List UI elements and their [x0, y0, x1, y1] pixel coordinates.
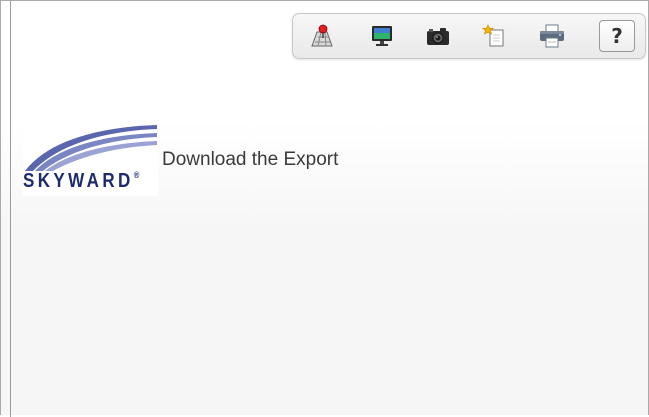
logo-text: SKYWARD — [23, 170, 134, 192]
print-button[interactable] — [535, 20, 569, 52]
printer-icon — [540, 24, 564, 48]
monitor-icon — [372, 26, 392, 46]
page-frame: ? SKYWARD® Download the Export — [0, 0, 649, 417]
display-button[interactable] — [365, 20, 399, 52]
help-label: ? — [611, 24, 623, 48]
toolbar: ? — [292, 13, 646, 59]
skyward-logo: SKYWARD® — [23, 123, 158, 196]
help-button[interactable]: ? — [599, 20, 635, 52]
logo-swoosh — [25, 125, 157, 171]
new-document-icon — [481, 24, 504, 47]
page-title: Download the Export — [162, 149, 339, 170]
left-divider — [10, 1, 11, 417]
map-pin-icon — [311, 24, 333, 47]
map-pin-button[interactable] — [305, 20, 339, 52]
logo-wordmark: SKYWARD® — [23, 170, 139, 193]
new-document-button[interactable] — [477, 20, 511, 52]
camera-icon — [427, 28, 449, 45]
screenshot-button[interactable] — [421, 20, 455, 52]
logo-registered-mark: ® — [133, 170, 140, 180]
